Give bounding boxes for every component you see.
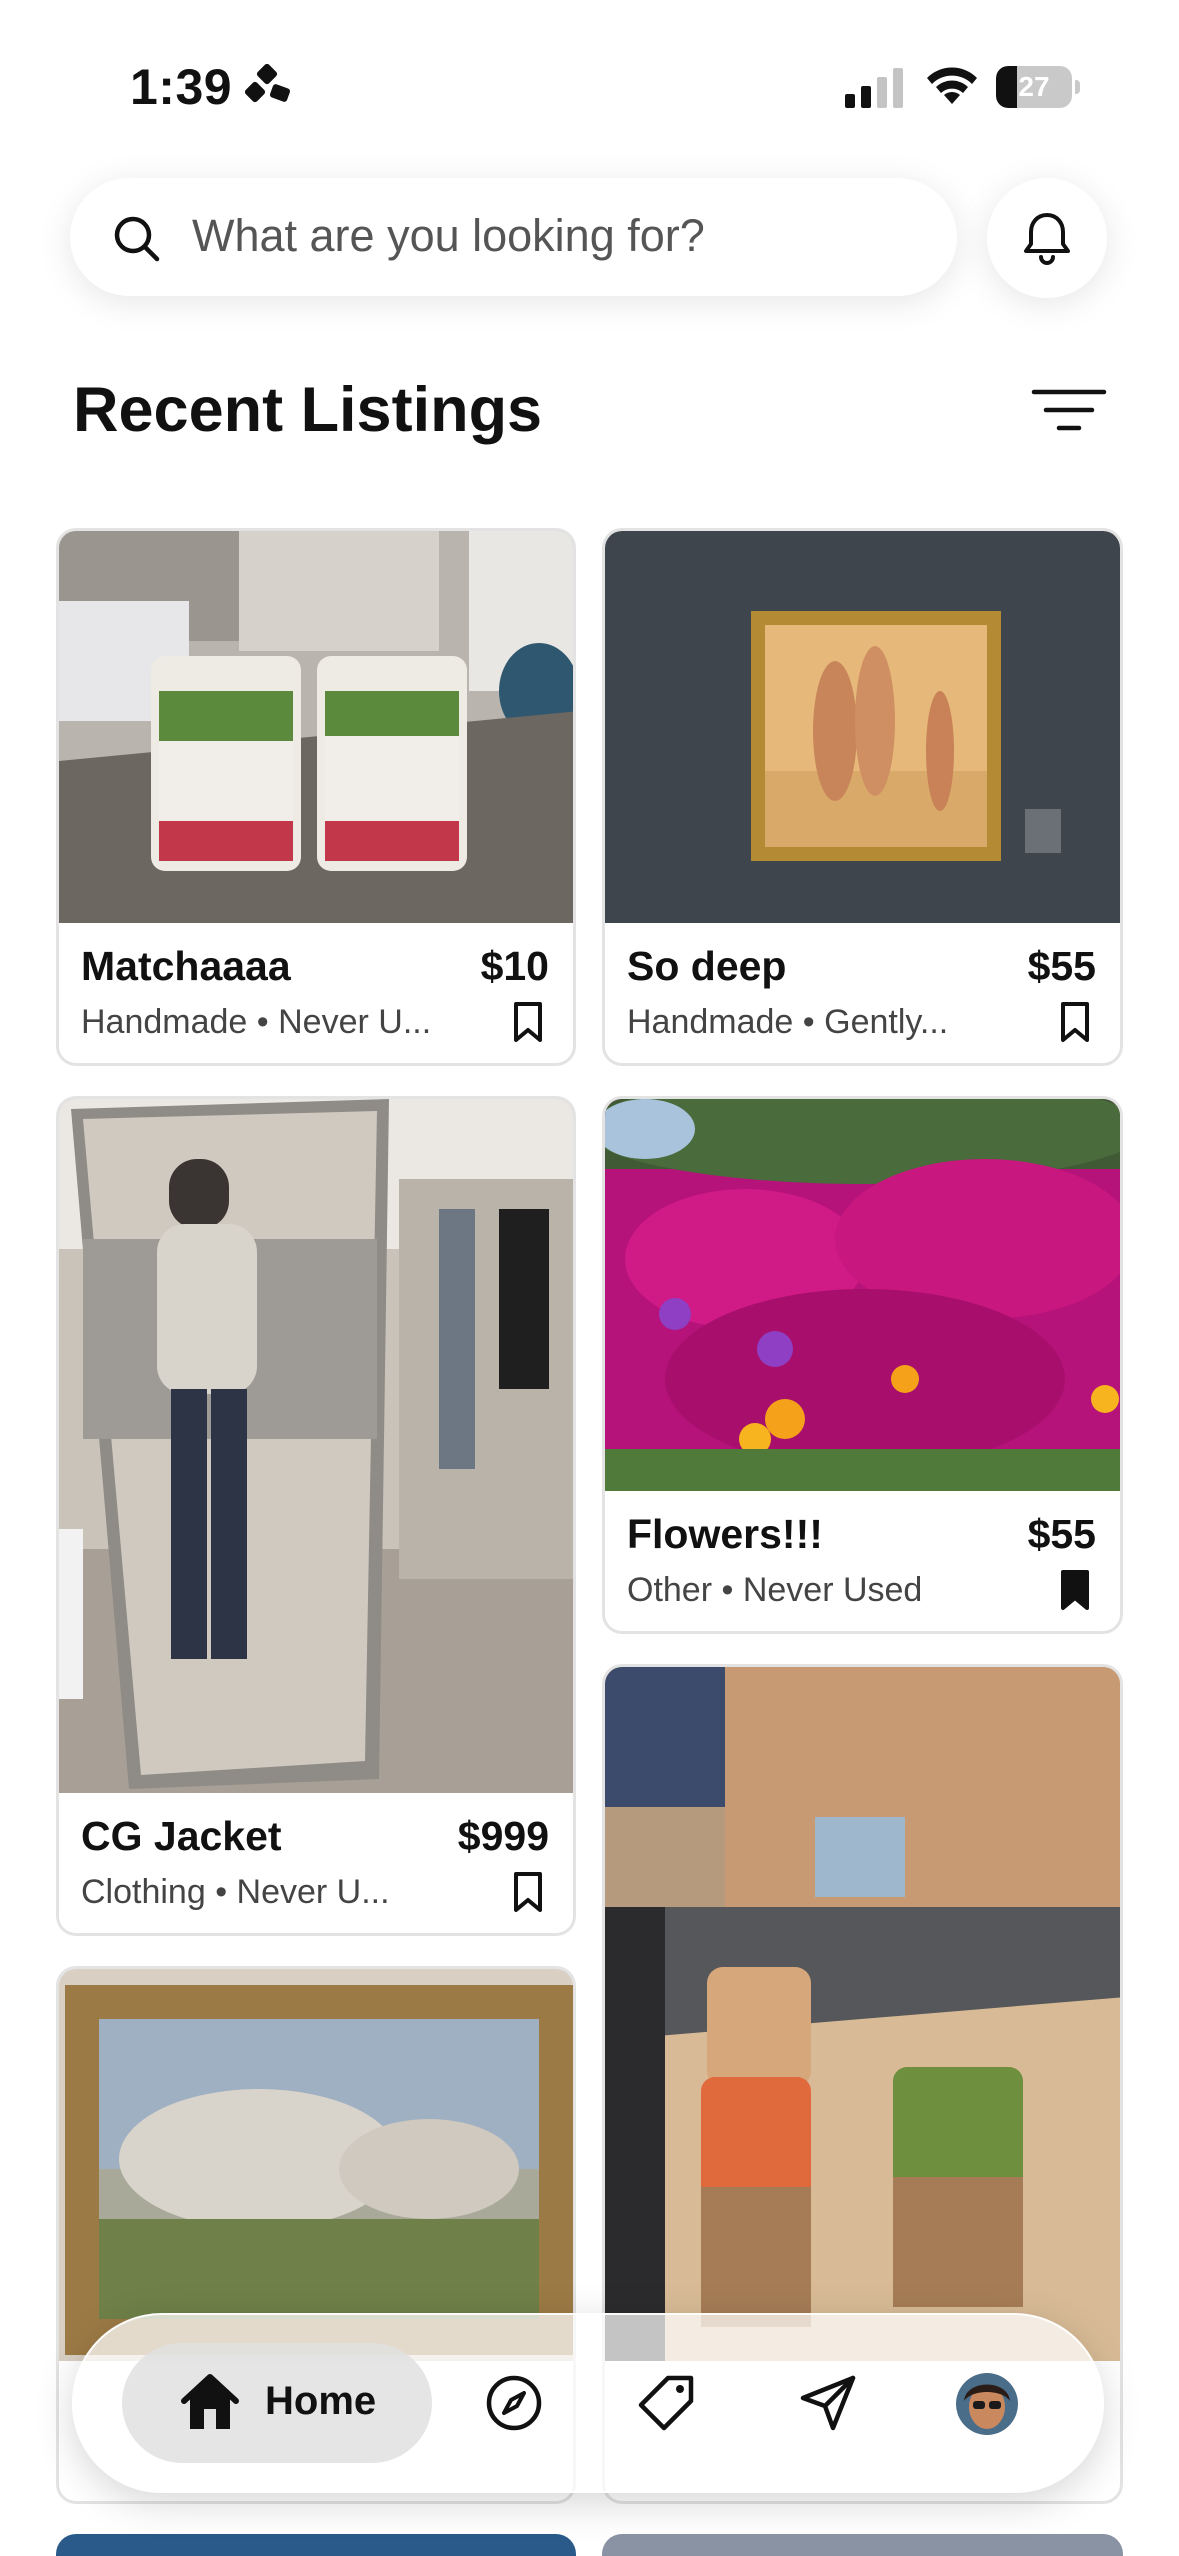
wifi-icon (927, 67, 977, 104)
profile-avatar[interactable] (956, 2373, 1018, 2435)
listing-photo (59, 531, 573, 923)
listing-title: Flowers!!! (627, 1511, 823, 1557)
page-title: Recent Listings (73, 375, 543, 445)
listing-card[interactable]: So deep $55 Handmade • Gently... (602, 528, 1123, 1066)
bottom-navigation: Home (72, 2313, 1104, 2493)
listing-photo-peek (602, 2534, 1123, 2556)
listing-photo (605, 1667, 1120, 2361)
listing-price: $10 (480, 943, 549, 989)
bookmark-icon[interactable] (1060, 1001, 1090, 1043)
listing-price: $999 (457, 1813, 549, 1859)
listing-photo-peek (56, 2534, 576, 2556)
listing-title: CG Jacket (81, 1813, 282, 1859)
search-bar[interactable]: What are you looking for? (70, 178, 957, 296)
home-icon (181, 2374, 239, 2429)
listing-card[interactable]: Flowers!!! $55 Other • Never Used (602, 1096, 1123, 1634)
battery-indicator: 27 (996, 66, 1080, 108)
status-time: 1:39 (130, 59, 233, 115)
listing-photo (605, 1099, 1120, 1491)
listing-price: $55 (1027, 943, 1096, 989)
send-icon[interactable] (798, 2373, 858, 2433)
listing-meta: Handmade • Gently... (627, 1003, 949, 1041)
listing-meta: Clothing • Never U... (81, 1873, 390, 1911)
bell-icon (1024, 213, 1070, 265)
cellular-signal-icon (845, 68, 903, 108)
search-icon (114, 216, 160, 262)
search-input[interactable]: What are you looking for? (192, 210, 705, 262)
status-bar: 1:39 27 (0, 0, 1179, 170)
listing-title: So deep (627, 943, 787, 989)
tag-icon[interactable] (636, 2373, 696, 2433)
nav-home-label: Home (265, 2379, 377, 2423)
nav-home-tab[interactable]: Home (122, 2343, 432, 2463)
notifications-button[interactable] (987, 178, 1107, 298)
compass-icon[interactable] (484, 2373, 544, 2433)
bookmark-icon[interactable] (1060, 1569, 1090, 1611)
focus-mode-icon (245, 64, 291, 103)
listing-meta: Other • Never Used (627, 1571, 923, 1609)
battery-level: 27 (1018, 71, 1050, 102)
bookmark-icon[interactable] (513, 1001, 543, 1043)
bookmark-icon[interactable] (513, 1871, 543, 1913)
listing-photo (59, 1969, 573, 2361)
listing-price: $55 (1027, 1511, 1096, 1557)
filter-icon[interactable] (1030, 380, 1108, 440)
listing-photo (59, 1099, 573, 1793)
listing-title: Matchaaaa (81, 943, 291, 989)
listing-card[interactable]: Matchaaaa $10 Handmade • Never U... (56, 528, 576, 1066)
listing-card[interactable]: CG Jacket $999 Clothing • Never U... (56, 1096, 576, 1936)
listing-meta: Handmade • Never U... (81, 1003, 432, 1041)
listing-photo (605, 531, 1120, 923)
